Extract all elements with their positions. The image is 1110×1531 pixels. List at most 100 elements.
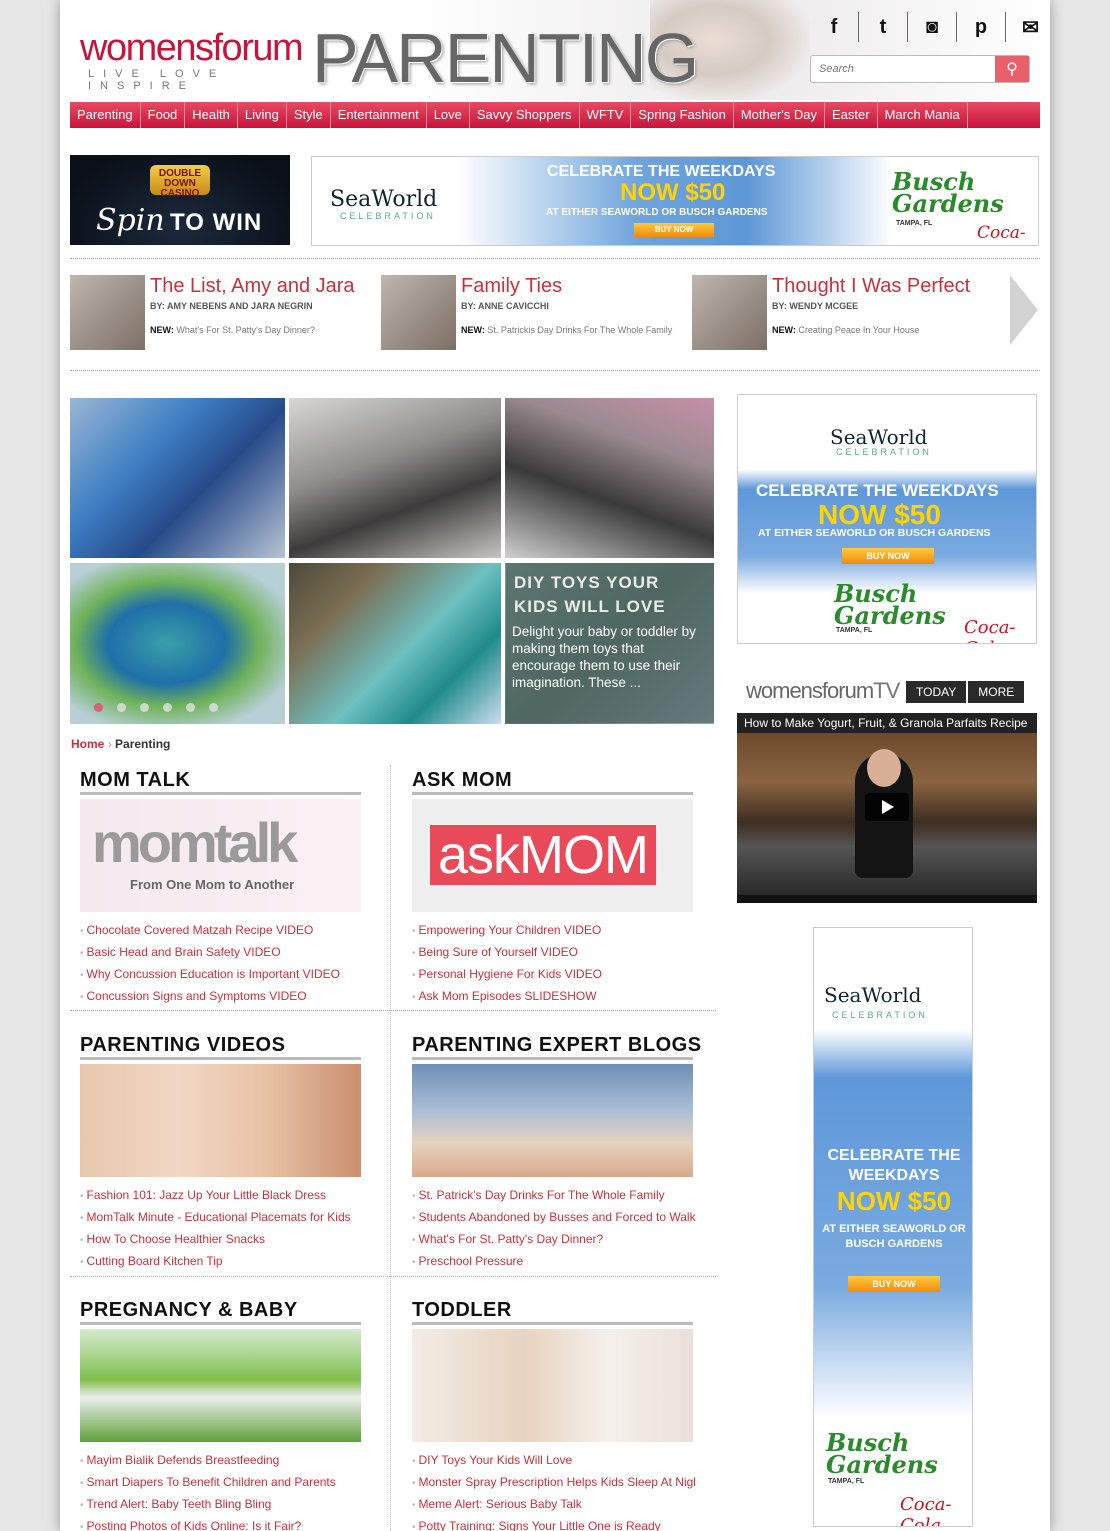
video-player[interactable]: How to Make Yogurt, Fruit, & Granola Par… (737, 713, 1037, 903)
featured-slideshow[interactable]: DIY TOYS YOUR KIDS WILL LOVE Delight you… (70, 398, 714, 724)
slide-dot[interactable] (186, 703, 195, 712)
nav-item-health[interactable]: Health (185, 102, 238, 128)
womensforum-tv-logo[interactable]: womensforumTV (746, 678, 900, 704)
section-title[interactable]: ASK MOM (412, 768, 693, 795)
columnist-new-post[interactable]: NEW: St. Patrickis Day Drinks For The Wh… (461, 325, 672, 335)
slide-caption[interactable]: DIY TOYS YOUR KIDS WILL LOVE Delight you… (506, 563, 714, 723)
columnist-title[interactable]: The List, Amy and Jara (150, 275, 355, 298)
columnist-title[interactable]: Thought I Was Perfect (772, 275, 970, 298)
nav-item-wftv[interactable]: WFTV (580, 102, 632, 128)
columnist-photo[interactable] (381, 275, 456, 350)
nav-item-style[interactable]: Style (287, 102, 331, 128)
womensforum-logo[interactable]: womensforum LIVE LOVE INSPIRE (80, 28, 305, 92)
ad-seaworld-leaderboard[interactable]: SeaWorld CELEBRATION CELEBRATE THE WEEKD… (311, 156, 1039, 246)
slide-dot[interactable] (209, 703, 218, 712)
section-title[interactable]: MOM TALK (80, 768, 361, 795)
nav-item-easter[interactable]: Easter (825, 102, 878, 128)
section-link[interactable]: How To Choose Healthier Snacks (80, 1229, 375, 1251)
section-image[interactable] (80, 1064, 361, 1177)
section-link[interactable]: What's For St. Patty's Day Dinner? (412, 1229, 707, 1251)
columnist-new-post[interactable]: NEW: Creating Peace In Your House (772, 325, 919, 335)
pinterest-icon[interactable]: p (957, 12, 1006, 42)
new-label: NEW: (772, 325, 796, 335)
section-link[interactable]: St. Patrick's Day Drinks For The Whole F… (412, 1185, 707, 1207)
section-link-list: Fashion 101: Jazz Up Your Little Black D… (80, 1185, 380, 1273)
nav-item-spring-fashion[interactable]: Spring Fashion (631, 102, 734, 128)
section-link[interactable]: Mayim Bialik Defends Breastfeeding (80, 1450, 375, 1472)
slide-dot[interactable] (140, 703, 149, 712)
section-link[interactable]: Being Sure of Yourself VIDEO (412, 942, 707, 964)
section-link[interactable]: Smart Diapers To Benefit Children and Pa… (80, 1472, 375, 1494)
section-image[interactable] (80, 1329, 361, 1442)
section-link[interactable]: DIY Toys Your Kids Will Love (412, 1450, 707, 1472)
slide-dot[interactable] (163, 703, 172, 712)
section-title[interactable]: PREGNANCY & BABY (80, 1298, 361, 1325)
instagram-icon[interactable]: ◙ (908, 12, 957, 42)
email-icon[interactable]: ✉ (1006, 12, 1050, 42)
section-link[interactable]: Potty Training: Signs Your Little One is… (412, 1516, 707, 1531)
busch-gardens-logo: Busch Gardens (892, 167, 1004, 218)
section-link[interactable]: Students Abandoned by Busses and Forced … (412, 1207, 707, 1229)
ad-seaworld-skyscraper[interactable]: SeaWorld CELEBRATION CELEBRATE THE WEEKD… (813, 927, 973, 1527)
columnist-card[interactable]: Thought I Was Perfect BY: WENDY MCGEE NEW:… (692, 275, 997, 350)
section-link[interactable]: Personal Hygiene For Kids VIDEO (412, 964, 707, 986)
breadcrumb: Home › Parenting (71, 737, 170, 751)
nav-item-savvy-shoppers[interactable]: Savvy Shoppers (470, 102, 580, 128)
columnist-photo[interactable] (70, 275, 145, 350)
slide-tile (505, 398, 714, 558)
section-link-list: Chocolate Covered Matzah Recipe VIDEOBas… (80, 920, 380, 1008)
section-link[interactable]: Ask Mom Episodes SLIDESHOW (412, 986, 707, 1008)
section-image[interactable]: askMOM (412, 799, 693, 912)
nav-item-parenting[interactable]: Parenting (70, 102, 141, 128)
nav-item-mother-s-day[interactable]: Mother's Day (734, 102, 826, 128)
slide-dot[interactable] (94, 703, 103, 712)
section-link[interactable]: Trend Alert: Baby Teeth Bling Bling (80, 1494, 375, 1516)
ad-buy-now-button[interactable]: BUY NOW (848, 1276, 940, 1292)
facebook-icon[interactable]: f (810, 12, 859, 42)
section-title[interactable]: PARENTING EXPERT BLOGS (412, 1033, 701, 1060)
search-input[interactable] (811, 56, 996, 82)
section-link[interactable]: Cutting Board Kitchen Tip (80, 1251, 375, 1273)
columnist-card[interactable]: The List, Amy and Jara BY: AMY NEBENS AND… (70, 275, 375, 350)
section-link[interactable]: Fashion 101: Jazz Up Your Little Black D… (80, 1185, 375, 1207)
next-arrow-icon[interactable] (1010, 275, 1040, 345)
section-link[interactable]: Chocolate Covered Matzah Recipe VIDEO (80, 920, 375, 942)
ad-seaworld-rectangle[interactable]: SeaWorld CELEBRATION CELEBRATE THE WEEKD… (737, 394, 1037, 644)
columnist-photo[interactable] (692, 275, 767, 350)
nav-item-love[interactable]: Love (427, 102, 470, 128)
section-title[interactable]: PARENTING VIDEOS (80, 1033, 361, 1060)
section-link[interactable]: Preschool Pressure (412, 1251, 707, 1273)
nav-item-food[interactable]: Food (141, 102, 186, 128)
video-title: How to Make Yogurt, Fruit, & Granola Par… (744, 716, 1028, 730)
nav-item-living[interactable]: Living (238, 102, 287, 128)
new-post-title: Creating Peace In Your House (798, 325, 920, 335)
nav-item-entertainment[interactable]: Entertainment (331, 102, 427, 128)
play-icon[interactable] (865, 793, 909, 821)
section-link[interactable]: Why Concussion Education is Important VI… (80, 964, 375, 986)
ad-double-down-casino[interactable]: DOUBLE DOWN CASINO Spin TO WIN (70, 155, 290, 245)
ad-buy-now-button[interactable]: BUY NOW (634, 223, 714, 237)
tab-today[interactable]: TODAY (906, 681, 967, 703)
search-button[interactable]: ⚲ (995, 56, 1029, 82)
section-image[interactable]: momtalk From One Mom to Another (80, 799, 361, 912)
nav-item-march-mania[interactable]: March Mania (878, 102, 968, 128)
section-title[interactable]: TODDLER (412, 1298, 693, 1325)
section-link[interactable]: Monster Spray Prescription Helps Kids Sl… (412, 1472, 707, 1494)
seaworld-celebration: CELEBRATION (836, 447, 932, 457)
columnist-new-post[interactable]: NEW: What's For St. Patty's Day Dinner? (150, 325, 315, 335)
section-link[interactable]: Posting Photos of Kids Online: Is it Fai… (80, 1516, 375, 1531)
section-link[interactable]: Empowering Your Children VIDEO (412, 920, 707, 942)
section-link[interactable]: Basic Head and Brain Safety VIDEO (80, 942, 375, 964)
ad-buy-now-button[interactable]: BUY NOW (842, 548, 934, 564)
slide-dot[interactable] (117, 703, 126, 712)
section-link[interactable]: MomTalk Minute - Educational Placemats f… (80, 1207, 375, 1229)
twitter-icon[interactable]: t (859, 12, 908, 42)
section-image[interactable] (412, 1064, 693, 1177)
section-image[interactable] (412, 1329, 693, 1442)
breadcrumb-home[interactable]: Home (71, 737, 104, 751)
tab-more[interactable]: MORE (968, 681, 1025, 703)
columnist-card[interactable]: Family Ties BY: ANNE CAVICCHI NEW: St. Pat… (381, 275, 686, 350)
columnist-title[interactable]: Family Ties (461, 275, 562, 298)
section-link[interactable]: Meme Alert: Serious Baby Talk (412, 1494, 707, 1516)
section-link[interactable]: Concussion Signs and Symptoms VIDEO (80, 986, 375, 1008)
